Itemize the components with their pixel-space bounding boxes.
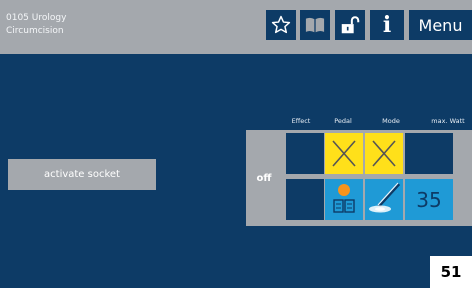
socket-settings-grid: 35 (282, 130, 472, 226)
pedal-cell-top[interactable] (325, 133, 363, 174)
footswitch-icon (333, 184, 355, 213)
mode-cell-top[interactable] (365, 133, 403, 174)
unlock-icon (341, 16, 360, 34)
header-bar: 0105 Urology Circumcision i Menu (0, 0, 472, 54)
lock-button[interactable] (335, 10, 365, 40)
column-header-mode: Mode (382, 117, 400, 125)
pedal-cell-bottom[interactable] (325, 179, 363, 220)
program-name-label: Circumcision (6, 26, 64, 36)
generator-screen: 0105 Urology Circumcision i Menu activat… (0, 0, 472, 288)
cross-icon (332, 140, 356, 167)
effect-cell-bottom[interactable] (286, 179, 324, 220)
activate-socket-button[interactable]: activate socket (8, 159, 156, 190)
favorite-button[interactable] (266, 10, 296, 40)
star-icon (271, 15, 291, 34)
cross-icon (372, 140, 396, 167)
menu-button[interactable]: Menu (409, 10, 472, 40)
book-icon (305, 17, 325, 33)
column-header-effect: Effect (291, 117, 311, 125)
electrode-mode-icon (369, 182, 401, 213)
manual-page: 0105 Urology Circumcision i Menu activat… (0, 0, 472, 288)
info-button[interactable]: i (370, 10, 404, 40)
program-number-label: 0105 Urology (6, 13, 67, 23)
socket-off-button[interactable]: off (246, 130, 282, 226)
column-header-pedal: Pedal (334, 117, 352, 125)
column-header-max-watt: max. Watt (431, 117, 465, 125)
effect-cell-top[interactable] (286, 133, 324, 174)
library-button[interactable] (300, 10, 330, 40)
max-watt-cell-top[interactable] (405, 133, 453, 174)
max-watt-value[interactable]: 35 (405, 179, 453, 220)
mode-cell-bottom[interactable] (365, 179, 403, 220)
page-number: 51 (430, 256, 472, 288)
